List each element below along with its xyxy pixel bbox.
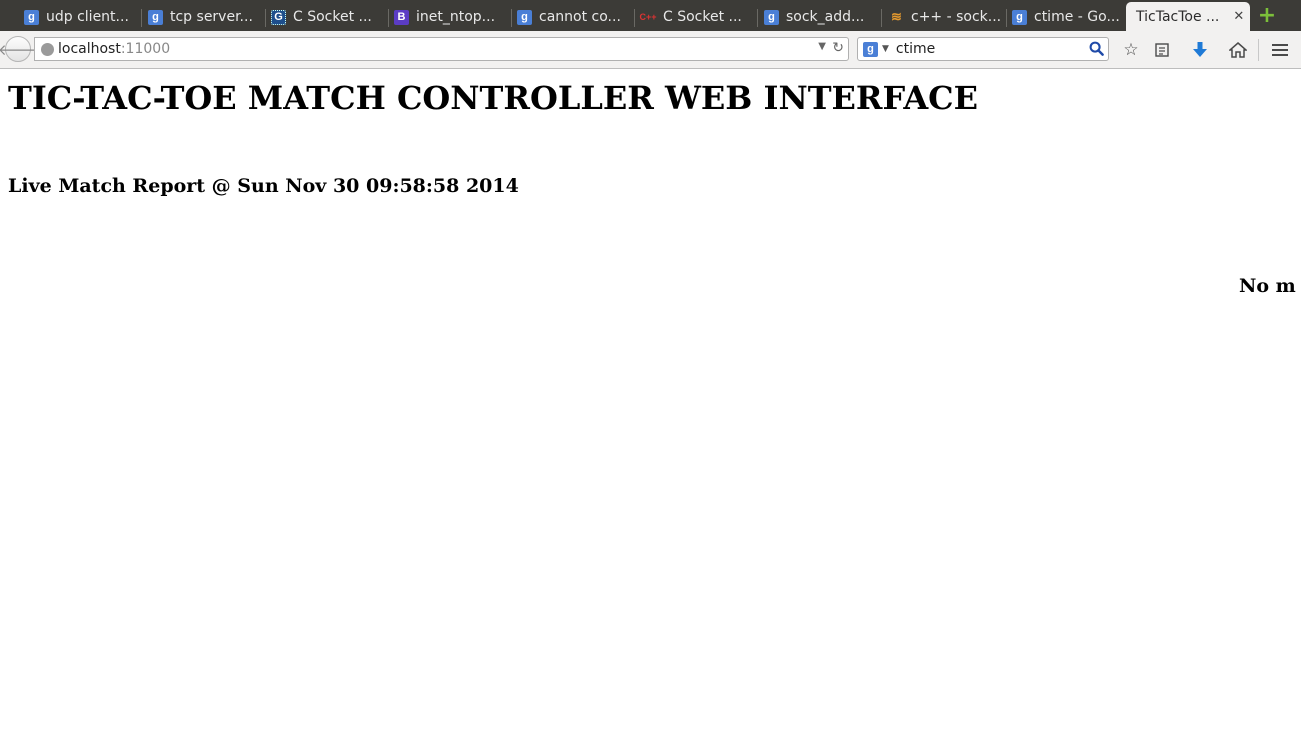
search-icon[interactable] [1089,41,1104,56]
tab-label: C Socket ... [663,9,742,25]
search-bar[interactable]: g ▼ ctime [857,37,1109,61]
bookmark-star-icon[interactable]: ☆ [1121,40,1141,60]
tab-udp-client[interactable]: g udp client... [24,3,142,31]
close-icon[interactable]: ✕ [1233,9,1244,24]
bootstrap-icon: B [394,9,409,25]
tab-label: C Socket ... [293,9,372,25]
home-icon[interactable] [1228,40,1248,60]
tab-label: ctime - Go... [1034,9,1120,25]
tab-c-socket[interactable]: G C Socket ... [271,3,389,31]
page-content: TIC-TAC-TOE MATCH CONTROLLER WEB INTERFA… [0,69,1301,744]
tab-label: inet_ntop... [416,9,496,25]
google-icon: g [148,9,163,25]
back-arrow-icon: 🡐 [0,40,39,59]
new-tab-icon[interactable]: + [1257,5,1277,27]
page-title: TIC-TAC-TOE MATCH CONTROLLER WEB INTERFA… [8,79,979,117]
google-icon: g [764,9,779,25]
tab-label: tcp server... [170,9,253,25]
download-icon[interactable] [1190,40,1210,60]
live-match-report-heading: Live Match Report @ Sun Nov 30 09:58:58 … [8,175,519,197]
address-bar[interactable]: localhost:11000 ▼ ↻ [34,37,849,61]
tab-label: cannot co... [539,9,621,25]
tab-label: TicTacToe ... [1136,8,1220,25]
cpp-icon: C++ [639,12,657,22]
google-icon: g [517,9,532,25]
tab-strip: g udp client... g tcp server... G C Sock… [0,0,1301,31]
tab-tcp-server[interactable]: g tcp server... [148,3,266,31]
tab-label: c++ - sock... [911,9,1002,25]
reload-icon[interactable]: ↻ [832,40,844,56]
google-icon[interactable]: g [863,41,878,57]
globe-icon [41,42,54,56]
tab-ctime[interactable]: g ctime - Go... [1012,3,1130,31]
search-input[interactable]: ctime [896,41,935,57]
google-icon: g [1012,9,1027,25]
tab-label: udp client... [46,9,129,25]
menu-icon[interactable] [1270,40,1290,60]
navigation-toolbar: 🡐 localhost:11000 ▼ ↻ g ▼ ctime ☆ [0,31,1301,69]
no-match-message: No m [1239,275,1296,297]
tab-inet-ntop[interactable]: B inet_ntop... [394,3,512,31]
bookmarks-menu-icon[interactable] [1152,40,1172,60]
url-host: localhost [58,41,121,57]
tab-c-socket-cpp[interactable]: C++ C Socket ... [640,3,758,31]
tab-sock-addr[interactable]: g sock_add... [764,3,882,31]
url-port: :11000 [120,41,171,57]
site-icon: G [271,9,286,25]
tab-tictactoe[interactable]: TicTacToe ... ✕ [1126,2,1250,31]
back-button[interactable]: 🡐 [0,36,38,62]
tab-cpp-socket[interactable]: ≋ c++ - sock... [889,3,1007,31]
tab-cannot-connect[interactable]: g cannot co... [517,3,635,31]
google-icon: g [24,9,39,25]
history-dropdown-icon[interactable]: ▼ [818,41,826,52]
tab-label: sock_add... [786,9,865,25]
stackoverflow-icon: ≋ [891,9,902,24]
chevron-down-icon[interactable]: ▼ [882,44,889,54]
